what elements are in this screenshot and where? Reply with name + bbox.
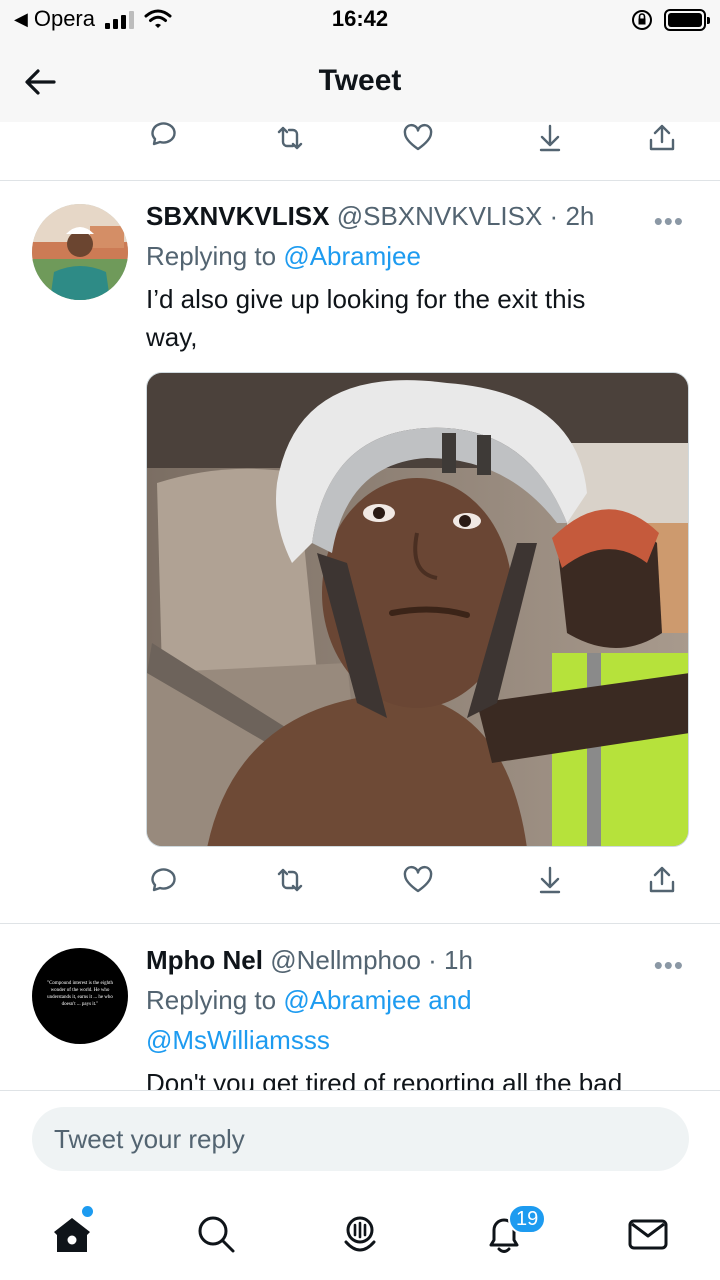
reply-icon[interactable] — [146, 118, 178, 150]
avatar[interactable] — [32, 204, 128, 300]
tweet-text-line: I’d also give up looking for the exit th… — [146, 284, 586, 314]
handle[interactable]: @SBXNVKVLISX — [337, 201, 543, 231]
divider — [0, 180, 720, 181]
tweet-media-image[interactable] — [146, 372, 689, 847]
handle[interactable]: @Nellmphoo — [270, 945, 421, 975]
tweet-time[interactable]: 1h — [444, 945, 473, 975]
replying-to-prefix: Replying to — [146, 985, 277, 1015]
tweet-actions — [146, 864, 686, 900]
header: Tweet — [0, 42, 720, 122]
reply-icon[interactable] — [146, 864, 178, 896]
orientation-lock-icon — [632, 10, 652, 30]
page-title: Tweet — [318, 64, 402, 97]
separator-dot: · — [542, 201, 566, 231]
avatar[interactable]: "Compound interest is the eighth wonder … — [32, 948, 128, 1044]
like-icon[interactable] — [402, 122, 434, 154]
display-name[interactable]: Mpho Nel — [146, 945, 263, 975]
status-bar: ◀ Opera 16:42 — [0, 0, 720, 42]
download-icon[interactable] — [534, 122, 566, 154]
divider — [0, 923, 720, 924]
replying-to: Replying to @Abramjee — [146, 236, 690, 276]
replying-to-continued: @MsWilliamsss — [146, 1020, 690, 1060]
share-icon[interactable] — [646, 122, 678, 154]
tweet-meta: SBXNVKVLISX @SBXNVKVLISX · 2h — [146, 200, 690, 232]
reply-input[interactable] — [32, 1107, 689, 1171]
tweet-time[interactable]: 2h — [565, 201, 594, 231]
display-name[interactable]: SBXNVKVLISX — [146, 201, 330, 231]
share-icon[interactable] — [646, 864, 678, 896]
bottom-tab-bar: 19 — [0, 1190, 720, 1280]
messages-icon[interactable] — [626, 1212, 670, 1256]
reply-composer — [0, 1090, 720, 1190]
download-icon[interactable] — [534, 864, 566, 896]
replying-to-prefix: Replying to — [146, 241, 277, 271]
search-icon[interactable] — [194, 1212, 238, 1256]
avatar-quote: "Compound interest is the eighth wonder … — [47, 981, 113, 1007]
mention-link[interactable]: @Abramjee and — [283, 985, 471, 1015]
battery-icon — [664, 9, 710, 31]
spaces-icon[interactable] — [338, 1212, 382, 1256]
notifications-badge: 19 — [508, 1204, 547, 1234]
previous-tweet-actions — [146, 122, 686, 158]
tweet-body: SBXNVKVLISX @SBXNVKVLISX · 2h Replying t… — [146, 200, 690, 356]
like-icon[interactable] — [402, 864, 434, 896]
tweet-text-line: way, — [146, 322, 198, 352]
new-content-dot — [82, 1206, 93, 1217]
retweet-icon[interactable] — [274, 864, 306, 896]
mention-link[interactable]: @MsWilliamsss — [146, 1025, 330, 1055]
tweet-body: Mpho Nel @Nellmphoo · 1h Replying to @Ab… — [146, 944, 690, 1102]
retweet-icon[interactable] — [274, 122, 306, 154]
replying-to: Replying to @Abramjee and — [146, 980, 690, 1020]
tweet-meta: Mpho Nel @Nellmphoo · 1h — [146, 944, 690, 976]
status-time: 16:42 — [331, 6, 389, 31]
tweet-text: I’d also give up looking for the exit th… — [146, 280, 690, 356]
home-icon[interactable] — [50, 1212, 94, 1256]
mention-link[interactable]: @Abramjee — [283, 241, 421, 271]
status-right — [630, 8, 710, 32]
separator-dot: · — [420, 945, 445, 975]
